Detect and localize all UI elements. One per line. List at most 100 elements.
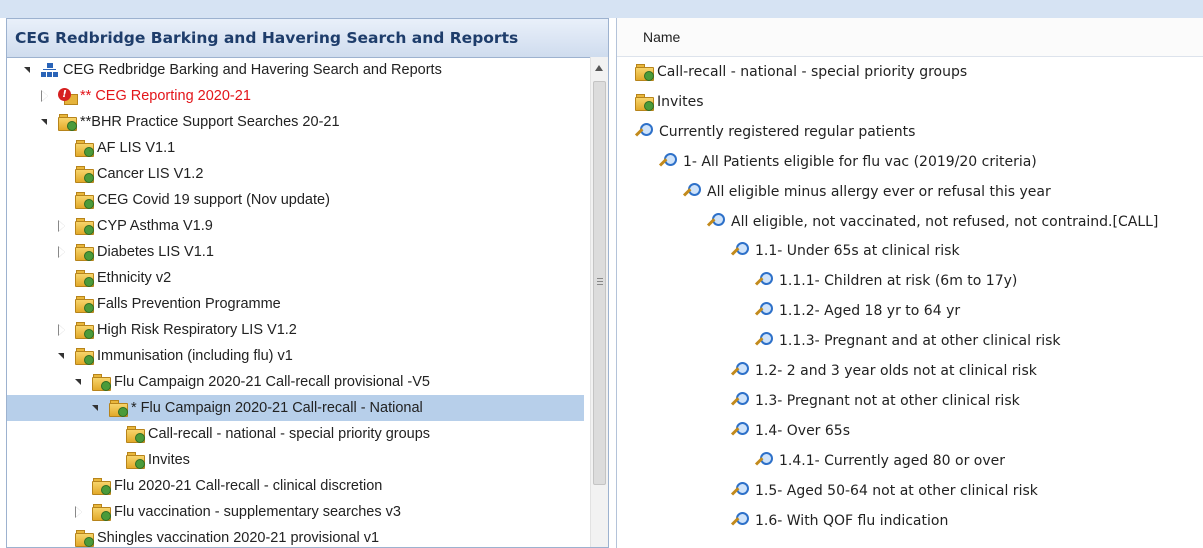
tree-node[interactable]: Shingles vaccination 2020-21 provisional…	[55, 525, 379, 547]
network-icon	[41, 62, 59, 78]
contents-item[interactable]: All eligible, not vaccinated, not refuse…	[706, 207, 1159, 237]
collapse-arrow-icon[interactable]	[89, 395, 103, 421]
tree-node[interactable]: Diabetes LIS V1.1	[55, 239, 214, 265]
tree-node-label: AF LIS V1.1	[97, 140, 176, 156]
tree-node[interactable]: CEG Covid 19 support (Nov update)	[55, 187, 330, 213]
warning-folder-icon: !	[58, 88, 78, 105]
contents-item[interactable]: Currently registered regular patients	[634, 117, 916, 147]
folder-icon	[126, 452, 145, 469]
folder-icon	[75, 166, 94, 183]
tree-node-label: CEG Covid 19 support (Nov update)	[97, 192, 330, 208]
contents-item-label: 1.4- Over 65s	[755, 422, 850, 439]
tree-node[interactable]: Flu Campaign 2020-21 Call-recall provisi…	[72, 369, 430, 395]
search-icon	[730, 421, 749, 440]
expand-arrow-icon[interactable]	[55, 239, 69, 265]
contents-item[interactable]: All eligible minus allergy ever or refus…	[682, 177, 1051, 207]
name-column-header[interactable]: Name	[617, 18, 1203, 57]
folder-icon	[75, 348, 94, 365]
contents-item-label: Call-recall - national - special priorit…	[657, 64, 968, 80]
tree-node-label: Diabetes LIS V1.1	[97, 244, 214, 260]
search-icon	[754, 451, 773, 470]
folder-icon	[75, 218, 94, 235]
expand-arrow-icon[interactable]	[38, 83, 52, 109]
folder-icon	[635, 93, 654, 111]
tree-scrollbar[interactable]	[590, 57, 608, 547]
tree-node[interactable]: Call-recall - national - special priorit…	[106, 421, 430, 447]
tree-node[interactable]: CEG Redbridge Barking and Havering Searc…	[21, 57, 442, 83]
tree-node[interactable]: Ethnicity v2	[55, 265, 171, 291]
contents-item-label: 1- All Patients eligible for flu vac (20…	[683, 153, 1037, 170]
contents-item-label: 1.1- Under 65s at clinical risk	[755, 243, 960, 260]
folder-icon	[75, 140, 94, 157]
tree-node[interactable]: Invites	[106, 447, 190, 473]
tree-node[interactable]: High Risk Respiratory LIS V1.2	[55, 317, 297, 343]
collapse-arrow-icon[interactable]	[72, 369, 86, 395]
contents-item[interactable]: 1.4.1- Currently aged 80 or over	[754, 446, 1005, 476]
search-icon	[682, 182, 701, 201]
tree-node[interactable]: ! ** CEG Reporting 2020-21	[38, 83, 251, 109]
tree-node-label: CEG Redbridge Barking and Havering Searc…	[63, 62, 442, 78]
contents-item-label: 1.5- Aged 50-64 not at other clinical ri…	[755, 482, 1038, 499]
collapse-arrow-icon[interactable]	[55, 343, 69, 369]
tree-node-label: * Flu Campaign 2020-21 Call-recall - Nat…	[131, 400, 423, 416]
tree-node[interactable]: Flu vaccination - supplementary searches…	[72, 499, 401, 525]
contents-item[interactable]: 1.4- Over 65s	[730, 416, 850, 446]
contents-item[interactable]: Call-recall - national - special priorit…	[635, 57, 967, 87]
expand-arrow-icon[interactable]	[55, 213, 69, 239]
tree-node[interactable]: Flu 2020-21 Call-recall - clinical discr…	[72, 473, 382, 499]
tree-node-label: **BHR Practice Support Searches 20-21	[80, 114, 340, 130]
expand-arrow-icon[interactable]	[72, 499, 86, 525]
expand-arrow-icon[interactable]	[55, 317, 69, 343]
search-icon	[730, 242, 749, 260]
contents-item[interactable]: 1.1- Under 65s at clinical risk	[730, 236, 960, 266]
search-tree: CEG Redbridge Barking and Havering Searc…	[7, 57, 593, 547]
contents-item[interactable]: 1.3- Pregnant not at other clinical risk	[730, 386, 1020, 416]
search-tree-panel: CEG Redbridge Barking and Havering Searc…	[6, 18, 609, 548]
contents-item-label: Currently registered regular patients	[659, 123, 916, 140]
search-icon	[754, 302, 773, 320]
grip-icon	[597, 278, 603, 279]
tree-node[interactable]: **BHR Practice Support Searches 20-21	[38, 109, 340, 135]
scroll-up-arrow-icon[interactable]	[595, 65, 603, 71]
tree-node[interactable]: Immunisation (including flu) v1	[55, 343, 293, 369]
tree-node[interactable]: Falls Prevention Programme	[55, 291, 281, 317]
tree-node-label: Call-recall - national - special priorit…	[148, 426, 431, 442]
contents-item[interactable]: 1.1.2- Aged 18 yr to 64 yr	[754, 296, 960, 326]
tree-node-label: CYP Asthma V1.9	[97, 218, 213, 234]
tree-node[interactable]: Cancer LIS V1.2	[55, 161, 203, 187]
contents-item[interactable]: Invites	[635, 87, 704, 117]
search-icon	[754, 332, 773, 350]
collapse-arrow-icon[interactable]	[21, 57, 35, 83]
contents-item[interactable]: 1.1.1- Children at risk (6m to 17y)	[754, 266, 1017, 296]
tree-node-selected[interactable]: * Flu Campaign 2020-21 Call-recall - Nat…	[7, 395, 584, 421]
search-icon	[754, 272, 773, 290]
search-icon	[658, 152, 677, 171]
collapse-arrow-icon[interactable]	[38, 109, 52, 135]
tree-node-label: Cancer LIS V1.2	[97, 166, 204, 182]
tree-node-label: Flu vaccination - supplementary searches…	[114, 504, 401, 520]
contents-item-label: 1.6- With QOF flu indication	[755, 512, 949, 529]
contents-item-label: All eligible, not vaccinated, not refuse…	[731, 213, 1159, 230]
scrollbar-thumb[interactable]	[593, 81, 606, 485]
tree-node[interactable]: AF LIS V1.1	[55, 135, 175, 161]
contents-item-label: 1.2- 2 and 3 year olds not at clinical r…	[755, 363, 1037, 379]
contents-item[interactable]: 1.6- With QOF flu indication	[730, 506, 949, 536]
folder-icon	[75, 244, 94, 261]
search-icon	[730, 481, 749, 500]
folder-icon	[75, 322, 94, 339]
folder-icon	[92, 504, 111, 521]
contents-item[interactable]: 1- All Patients eligible for flu vac (20…	[658, 147, 1037, 177]
folder-icon	[635, 64, 654, 81]
folder-icon	[75, 270, 94, 287]
contents-item[interactable]: 1.2- 2 and 3 year olds not at clinical r…	[730, 356, 1037, 386]
folder-icon	[109, 400, 128, 417]
tree-node[interactable]: CYP Asthma V1.9	[55, 213, 213, 239]
contents-item[interactable]: 1.1.3- Pregnant and at other clinical ri…	[754, 326, 1061, 356]
contents-item[interactable]: 1.5- Aged 50-64 not at other clinical ri…	[730, 476, 1038, 506]
